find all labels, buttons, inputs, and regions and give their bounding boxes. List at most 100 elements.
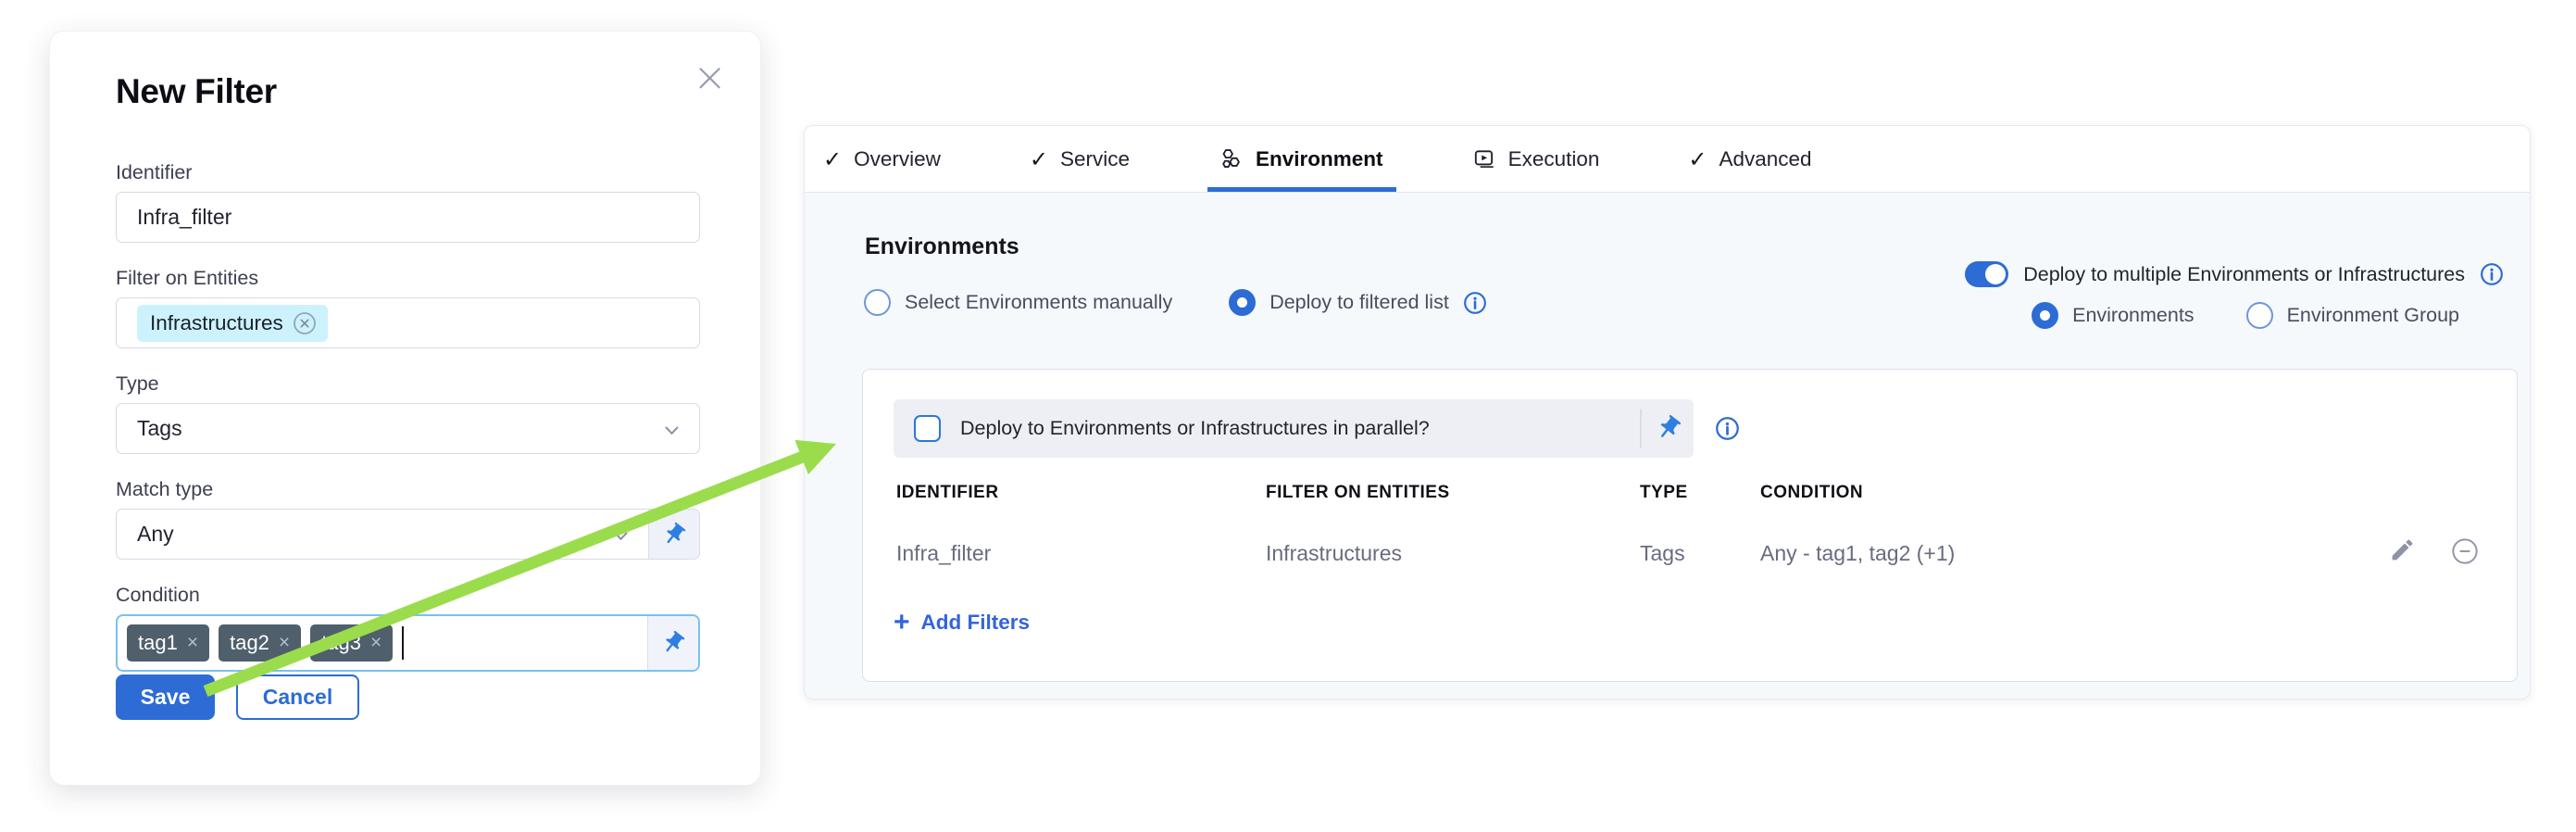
condition-tag-input[interactable]: tag1 × tag2 × tag3 × [116, 614, 700, 672]
match-type-control: Any [116, 509, 700, 560]
info-icon[interactable] [2480, 262, 2504, 286]
parallel-pin-button[interactable] [1655, 414, 1682, 447]
entities-chip-label: Infrastructures [150, 311, 283, 335]
tag-remove-icon[interactable]: × [279, 632, 290, 654]
pin-icon [1655, 414, 1682, 442]
radio-icon [2246, 302, 2273, 329]
match-type-label: Match type [116, 478, 698, 501]
tab-label: Service [1060, 147, 1130, 171]
match-type-select[interactable]: Any [117, 510, 648, 559]
tag-remove-icon[interactable]: × [370, 632, 381, 654]
condition-tag: tag1 × [127, 624, 209, 662]
condition-group: Condition tag1 × tag2 × tag3 × [116, 584, 698, 672]
save-button[interactable]: Save [116, 674, 215, 720]
environment-mode-options: Select Environments manually Deploy to f… [864, 289, 1487, 316]
info-icon[interactable] [1463, 291, 1487, 315]
stage-config-panel: ✓ Overview ✓ Service Environment Executi… [804, 125, 2531, 700]
entities-input[interactable]: Infrastructures [116, 297, 700, 348]
tab-overview[interactable]: ✓ Overview [823, 126, 941, 192]
radio-icon [2032, 302, 2058, 329]
stage-tabs: ✓ Overview ✓ Service Environment Executi… [805, 126, 2530, 193]
radio-label: Environments [2072, 304, 2194, 327]
tab-execution[interactable]: Execution [1472, 126, 1600, 192]
cell-identifier: Infra_filter [896, 541, 991, 566]
text-cursor [402, 626, 404, 660]
parallel-deploy-bar: Deploy to Environments or Infrastructure… [894, 399, 1694, 458]
col-header-identifier: IDENTIFIER [896, 483, 999, 503]
pin-icon [661, 522, 687, 548]
tab-advanced[interactable]: ✓ Advanced [1688, 126, 1811, 192]
tab-label: Execution [1508, 147, 1600, 171]
edit-filter-button[interactable] [2389, 536, 2416, 568]
radio-select-environments-manually[interactable]: Select Environments manually [864, 289, 1172, 316]
type-label: Type [116, 372, 698, 396]
col-header-type: TYPE [1640, 483, 1688, 503]
cell-filter-on-entities: Infrastructures [1266, 541, 1402, 566]
tag-label: tag1 [138, 631, 178, 655]
environment-target-options: Environments Environment Group [2032, 302, 2459, 329]
check-icon: ✓ [823, 146, 842, 172]
type-select-value: Tags [137, 416, 182, 441]
condition-tag: tag2 × [219, 624, 301, 662]
chevron-down-icon [614, 522, 628, 547]
entities-group: Filter on Entities Infrastructures [116, 267, 698, 348]
radio-environment-group[interactable]: Environment Group [2246, 302, 2459, 329]
execution-play-icon [1472, 147, 1496, 171]
match-type-value: Any [137, 522, 174, 547]
minus-circle-icon [2450, 536, 2480, 566]
check-icon: ✓ [1688, 146, 1707, 172]
tag-remove-icon[interactable]: × [187, 632, 198, 654]
col-header-condition: CONDITION [1760, 483, 1863, 503]
parallel-checkbox-label: Deploy to Environments or Infrastructure… [960, 417, 1430, 440]
new-filter-modal: × New Filter Identifier Filter on Entiti… [49, 31, 761, 786]
identifier-input[interactable] [116, 192, 700, 243]
check-icon: ✓ [1030, 146, 1048, 172]
match-type-pin-button[interactable] [648, 510, 699, 559]
col-header-filter-on-entities: FILTER ON ENTITIES [1266, 483, 1450, 503]
pin-icon [660, 630, 686, 656]
close-icon[interactable]: × [693, 57, 727, 98]
add-filters-label: Add Filters [921, 611, 1031, 635]
plus-icon: + [894, 609, 910, 637]
identifier-label: Identifier [116, 161, 698, 184]
radio-label: Deploy to filtered list [1269, 291, 1449, 314]
tab-label: Environment [1256, 147, 1383, 171]
condition-label: Condition [116, 584, 698, 607]
environment-hexagons-icon [1219, 146, 1244, 171]
entities-label: Filter on Entities [116, 267, 698, 290]
tag-label: tag2 [230, 631, 269, 655]
tag-label: tag3 [321, 631, 361, 655]
radio-icon [1229, 289, 1256, 316]
tab-environment[interactable]: Environment [1219, 126, 1383, 192]
chip-remove-icon[interactable] [293, 311, 317, 335]
remove-filter-button[interactable] [2450, 536, 2480, 571]
condition-pin-button[interactable] [647, 616, 698, 670]
cell-condition: Any - tag1, tag2 (+1) [1760, 541, 1955, 566]
environments-heading: Environments [865, 233, 1019, 260]
info-icon[interactable] [1715, 416, 1739, 440]
add-filters-button[interactable]: + Add Filters [894, 609, 1030, 637]
toggle-label: Deploy to multiple Environments or Infra… [2023, 263, 2465, 286]
deploy-multiple-toggle[interactable] [1965, 261, 2008, 287]
divider [1640, 409, 1642, 448]
radio-deploy-to-filtered-list[interactable]: Deploy to filtered list [1229, 289, 1487, 316]
radio-label: Environment Group [2287, 304, 2459, 327]
toggle-knob [1985, 264, 2006, 284]
type-select[interactable]: Tags [116, 403, 700, 454]
condition-tags: tag1 × tag2 × tag3 × [118, 616, 647, 670]
modal-title: New Filter [116, 72, 698, 111]
parallel-checkbox[interactable] [914, 415, 941, 442]
filters-card: Deploy to Environments or Infrastructure… [862, 369, 2518, 682]
entities-chip: Infrastructures [137, 305, 328, 342]
cell-type: Tags [1640, 541, 1685, 566]
chevron-down-icon [665, 416, 679, 441]
radio-icon [864, 289, 891, 316]
environment-tab-content: Environments Select Environments manuall… [805, 193, 2530, 699]
match-type-group: Match type Any [116, 478, 698, 560]
multi-environment-toggle-row: Deploy to multiple Environments or Infra… [1965, 261, 2504, 287]
radio-environments[interactable]: Environments [2032, 302, 2194, 329]
screen: { "colors": { "primary": "#2d6cd4", "pin… [0, 0, 2576, 832]
cancel-button[interactable]: Cancel [236, 674, 359, 720]
identifier-group: Identifier [116, 161, 698, 243]
tab-service[interactable]: ✓ Service [1030, 126, 1130, 192]
